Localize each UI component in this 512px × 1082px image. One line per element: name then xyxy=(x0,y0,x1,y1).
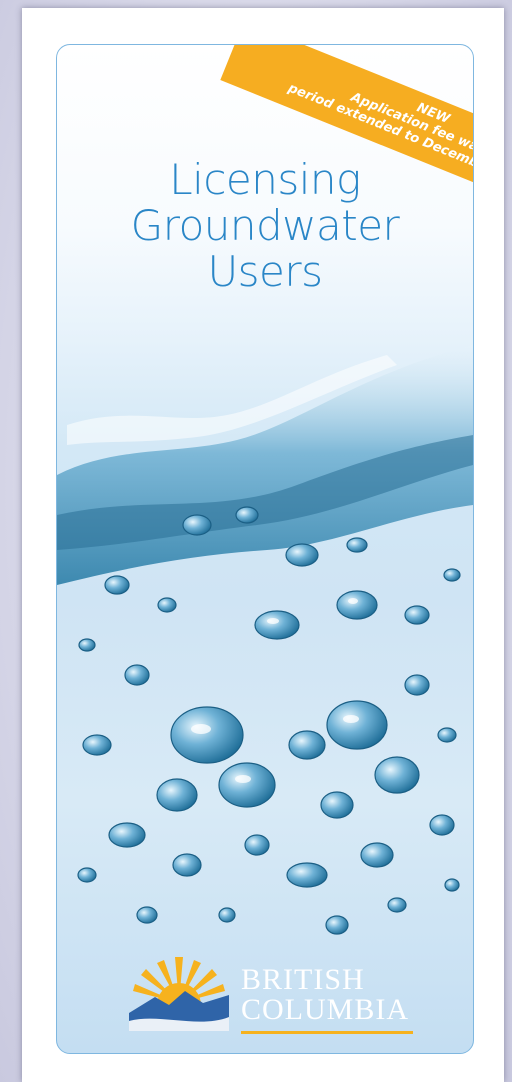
logo-wordmark: BRITISH COLUMBIA xyxy=(241,965,409,1025)
bc-government-logo: BRITISH COLUMBIA xyxy=(129,951,439,1053)
logo-line-1: BRITISH xyxy=(241,963,365,996)
title-line-3: Users xyxy=(207,247,323,296)
sun-mountain-icon xyxy=(129,957,229,1031)
cover-panel: Licensing Groundwater Users BRITISH COLU… xyxy=(56,44,474,1054)
brochure-cover: Licensing Groundwater Users BRITISH COLU… xyxy=(22,8,504,1082)
logo-gold-rule xyxy=(241,1031,413,1034)
logo-line-2: COLUMBIA xyxy=(241,993,410,1026)
title-line-2: Groundwater xyxy=(130,201,400,250)
title-line-1: Licensing xyxy=(169,155,361,204)
cover-title: Licensing Groundwater Users xyxy=(57,157,473,295)
